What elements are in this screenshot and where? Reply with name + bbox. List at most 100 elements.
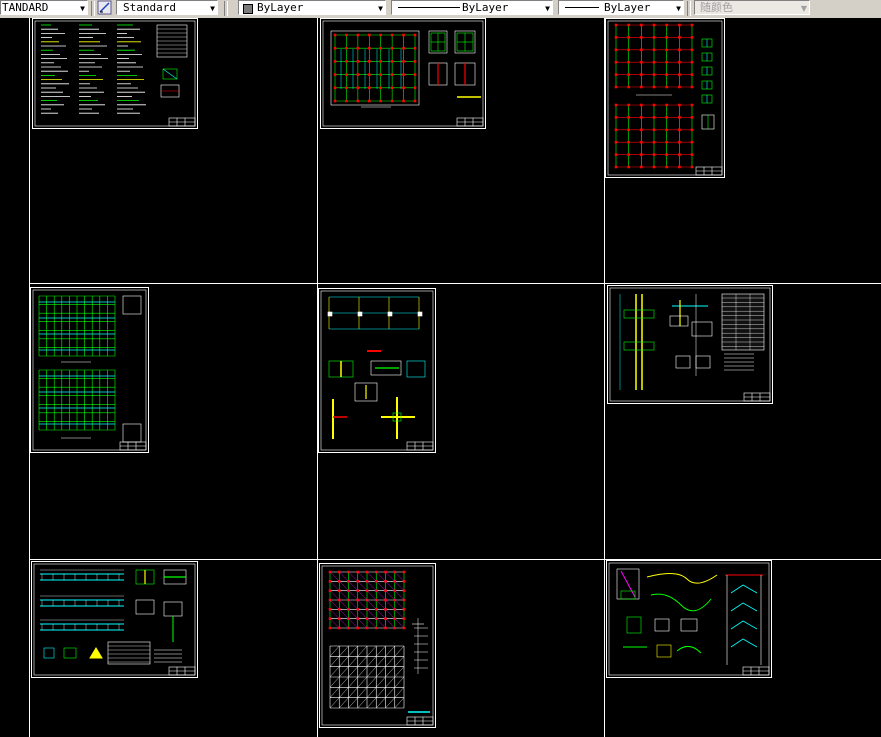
cad-rect <box>402 60 405 63</box>
sheet-stair[interactable] <box>606 560 772 678</box>
cad-rect <box>607 20 723 176</box>
cad-rect <box>33 563 196 676</box>
cad-line <box>329 609 340 619</box>
cad-rect <box>345 46 348 50</box>
cad-line <box>348 666 358 678</box>
cad-rect <box>345 99 348 103</box>
cad-flight <box>730 620 758 630</box>
cad-rect <box>640 48 643 52</box>
cad-line <box>376 656 386 667</box>
plot-style-dropdown[interactable]: 随颜色 ▼ <box>694 0 810 15</box>
cad-rect <box>402 86 405 90</box>
drawing-canvas[interactable] <box>0 18 881 737</box>
cad-rect <box>614 73 618 76</box>
cad-line <box>329 571 340 582</box>
cad-line <box>366 571 377 582</box>
color-dropdown[interactable]: ByLayer ▼ <box>238 0 386 15</box>
color-swatch-icon <box>243 4 253 14</box>
sheet-plan[interactable] <box>320 18 486 129</box>
cad-rect <box>614 140 618 144</box>
cad-line <box>376 676 386 688</box>
cad-line <box>329 676 340 688</box>
linetype-dropdown[interactable]: ByLayer ▼ <box>391 0 553 15</box>
cad-rect <box>678 85 681 89</box>
sheet-notes[interactable] <box>32 18 198 129</box>
cad-line <box>620 570 636 598</box>
cad-rect <box>406 360 426 378</box>
cad-line <box>385 590 395 601</box>
cad-line <box>357 666 368 678</box>
cad-rect <box>690 23 694 27</box>
sheet-beams[interactable] <box>31 561 198 678</box>
cad-line <box>376 609 386 619</box>
text-style-dropdown[interactable]: TANDARD ▼ <box>0 0 88 15</box>
linetype-sample-icon <box>398 7 460 8</box>
cad-rect <box>413 33 417 37</box>
lineweight-value: ByLayer <box>604 1 651 14</box>
cad-line <box>385 609 395 619</box>
cad-line <box>329 581 340 591</box>
cad-line <box>357 697 368 709</box>
cad-line <box>385 645 395 657</box>
cad-rect <box>654 618 670 632</box>
cad-rect <box>665 48 668 52</box>
cad-rect <box>330 30 420 106</box>
cad-rect <box>390 86 394 90</box>
cad-line <box>348 676 358 688</box>
cad-line <box>329 687 340 698</box>
cad-rect <box>367 46 371 50</box>
cad-line <box>329 666 340 678</box>
cad-rect <box>333 99 337 103</box>
cad-rect <box>690 128 694 132</box>
cad-rect <box>669 315 689 327</box>
plan-drawing <box>322 20 484 127</box>
cad-rect <box>652 48 656 52</box>
cad-rect <box>640 36 643 39</box>
cad-rect <box>640 23 643 27</box>
cad-rect <box>387 311 393 317</box>
cad-line <box>357 618 368 629</box>
double-plan-drawing <box>32 289 147 451</box>
cad-line <box>394 676 405 688</box>
sheet-column[interactable] <box>607 285 773 404</box>
cad-flight <box>730 602 758 612</box>
column-drawing <box>609 287 771 402</box>
cad-rect <box>357 311 363 317</box>
dimstyle-icon[interactable] <box>97 0 112 15</box>
cad-rect <box>652 165 656 169</box>
cad-rect <box>333 86 337 90</box>
cad-line <box>339 687 349 698</box>
cad-rect <box>678 23 681 27</box>
cad-rect <box>640 60 643 64</box>
cad-line <box>357 645 368 657</box>
cad-rect <box>328 626 332 630</box>
cad-rect <box>678 73 681 76</box>
cad-rect <box>379 60 383 63</box>
cad-line <box>348 581 358 591</box>
chevron-down-icon: ▼ <box>676 4 681 13</box>
sheet-double-plan[interactable] <box>30 287 149 453</box>
cad-rect <box>652 60 656 64</box>
cad-rect <box>640 85 643 89</box>
cad-line <box>394 581 405 591</box>
cad-rect <box>614 36 618 39</box>
cad-line <box>376 666 386 678</box>
cad-line <box>394 666 405 678</box>
cad-rect <box>690 103 694 107</box>
cad-line <box>385 666 395 678</box>
lineweight-dropdown[interactable]: ByLayer ▼ <box>558 0 684 15</box>
sheet-grid[interactable] <box>605 18 725 178</box>
dim-style-dropdown[interactable]: Standard ▼ <box>116 0 218 15</box>
cad-rect <box>402 73 405 76</box>
cad-curve <box>646 573 718 584</box>
cad-rect <box>413 73 417 76</box>
cad-line <box>376 599 386 610</box>
sheet-details[interactable] <box>318 288 436 453</box>
cad-line <box>385 697 395 709</box>
cad-line <box>348 590 358 601</box>
sheet-roof[interactable] <box>319 563 436 728</box>
cad-line <box>366 676 377 688</box>
cad-rect <box>665 23 668 27</box>
cad-rect <box>627 128 630 132</box>
cad-rect <box>345 86 348 90</box>
